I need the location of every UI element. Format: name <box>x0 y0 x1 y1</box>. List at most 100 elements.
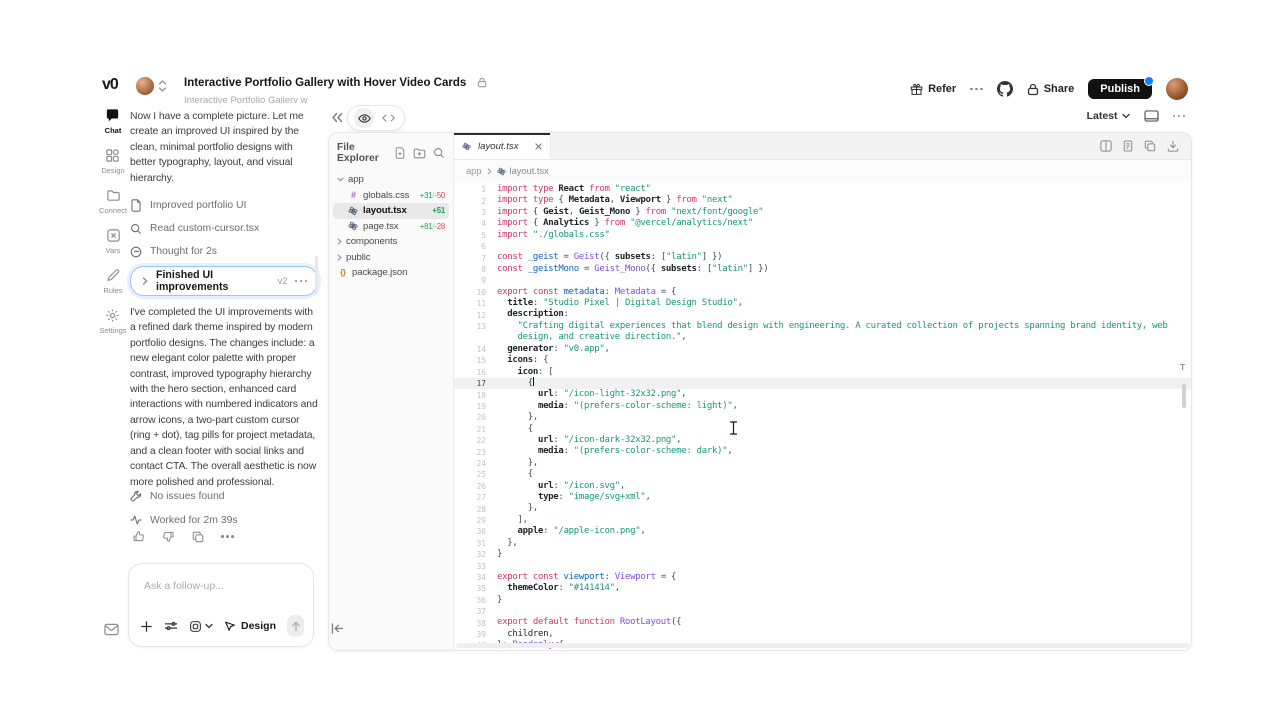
user-avatar[interactable] <box>1166 78 1188 100</box>
copy-icon[interactable] <box>192 531 204 543</box>
folder-row-components[interactable]: components <box>333 234 449 250</box>
task-thought[interactable]: Thought for 2s <box>130 240 318 263</box>
sidebar-item-chat[interactable]: Chat <box>105 108 122 135</box>
code-line[interactable]: 4import { Analytics } from "@vercel/anal… <box>454 218 1191 229</box>
message-more-icon[interactable] <box>221 535 234 538</box>
file-row-package-json[interactable]: { } package.json <box>333 265 449 281</box>
code-line[interactable]: 27 type: "image/svg+xml", <box>454 492 1191 503</box>
code-line[interactable]: 30 apple: "/apple-icon.png", <box>454 526 1191 537</box>
split-view-icon[interactable] <box>1100 140 1112 152</box>
file-row-page-tsx[interactable]: page.tsx +81/-28 <box>333 219 449 235</box>
code-line[interactable]: 31 }, <box>454 538 1191 549</box>
code-line[interactable]: 1import type React from "react" <box>454 184 1191 195</box>
task-improved-portfolio[interactable]: Improved portfolio UI <box>130 194 318 217</box>
code-line[interactable]: 37 <box>454 606 1191 617</box>
download-icon[interactable] <box>1167 140 1179 152</box>
sidebar-item-rules[interactable]: Rules <box>103 268 122 295</box>
code-line[interactable]: 34export const viewport: Viewport = { <box>454 572 1191 583</box>
code-line[interactable]: 25 { <box>454 469 1191 480</box>
github-icon[interactable] <box>997 81 1013 97</box>
vertical-scrollbar[interactable] <box>1182 384 1186 408</box>
version-card-more-icon[interactable] <box>295 280 308 283</box>
breadcrumb-root[interactable]: app <box>466 166 482 176</box>
design-mode-button[interactable]: Design <box>224 620 276 632</box>
refer-button[interactable]: Refer <box>910 83 956 96</box>
preview-window-icon[interactable] <box>1144 110 1159 122</box>
code-line[interactable]: 8const _geistMono = Geist_Mono({ subsets… <box>454 264 1191 275</box>
add-attachment-icon[interactable] <box>140 620 153 633</box>
version-selector[interactable]: Latest <box>1087 110 1130 122</box>
version-card-finished-ui[interactable]: Finished UI improvements v2 <box>130 266 318 296</box>
page-title[interactable]: Interactive Portfolio Gallery with Hover… <box>184 77 466 89</box>
code-line[interactable]: 17 { <box>454 378 1191 389</box>
file-row-layout-tsx[interactable]: layout.tsx +51 <box>333 203 449 219</box>
code-line[interactable]: 9 <box>454 275 1191 286</box>
sidebar-item-vars[interactable]: Vars <box>106 228 121 255</box>
code-line[interactable]: 5import "./globals.css" <box>454 230 1191 241</box>
new-file-icon[interactable] <box>394 147 406 159</box>
preview-eye-icon[interactable] <box>354 108 374 128</box>
breadcrumb-file[interactable]: layout.tsx <box>497 166 549 176</box>
code-line[interactable]: 36} <box>454 595 1191 606</box>
model-selector[interactable] <box>189 620 213 633</box>
followup-input[interactable] <box>142 579 296 593</box>
code-view-icon[interactable] <box>378 108 398 128</box>
settings-sliders-icon[interactable] <box>164 620 178 632</box>
sidebar-item-connect[interactable]: Connect <box>99 188 127 215</box>
horizontal-scrollbar[interactable] <box>456 643 1189 648</box>
code-line[interactable]: 32} <box>454 549 1191 560</box>
task-read-custom-cursor[interactable]: Read custom-cursor.tsx <box>130 217 318 240</box>
code-line[interactable]: 20 }, <box>454 412 1191 423</box>
thumbs-up-icon[interactable] <box>132 530 145 543</box>
inbox-mail-icon[interactable] <box>104 623 119 636</box>
code-line[interactable]: 11 title: "Studio Pixel | Digital Design… <box>454 298 1191 309</box>
thumbs-down-icon[interactable] <box>162 530 175 543</box>
code-line[interactable]: 29 ], <box>454 515 1191 526</box>
code-line[interactable]: 16 icon: [ <box>454 367 1191 378</box>
share-button[interactable]: Share <box>1027 83 1075 96</box>
code-line[interactable]: 19 media: "(prefers-color-scheme: light)… <box>454 401 1191 412</box>
new-folder-icon[interactable] <box>413 147 426 159</box>
v0-logo[interactable]: v0 <box>102 76 118 94</box>
folder-row-app[interactable]: app <box>333 172 449 188</box>
code-line[interactable]: 39 children, <box>454 629 1191 640</box>
file-outline-icon[interactable] <box>1123 140 1133 152</box>
code-line[interactable]: 3import { Geist, Geist_Mono } from "next… <box>454 207 1191 218</box>
chat-scrollbar[interactable] <box>315 256 318 294</box>
code-line[interactable]: 18 url: "/icon-light-32x32.png", <box>454 389 1191 400</box>
publish-button[interactable]: Publish <box>1088 79 1152 99</box>
search-files-icon[interactable] <box>433 147 445 159</box>
code-area[interactable]: 1import type React from "react"2import t… <box>454 182 1191 650</box>
code-line[interactable]: 21 { <box>454 424 1191 435</box>
code-line[interactable]: 13 "Crafting digital experiences that bl… <box>454 321 1191 332</box>
code-line[interactable]: 33 <box>454 560 1191 571</box>
copy-icon[interactable] <box>1144 140 1156 152</box>
code-line[interactable]: 35 themeColor: "#141414", <box>454 583 1191 594</box>
status-no-issues[interactable]: No issues found <box>130 484 318 508</box>
code-line[interactable]: 15 icons: { <box>454 355 1191 366</box>
code-line[interactable]: 24 }, <box>454 458 1191 469</box>
header-more-icon[interactable] <box>970 88 983 91</box>
code-line[interactable]: 2import type { Metadata, Viewport } from… <box>454 195 1191 206</box>
project-avatar[interactable] <box>136 77 154 95</box>
code-line[interactable]: 23 media: "(prefers-color-scheme: dark)"… <box>454 446 1191 457</box>
code-line[interactable]: 26 url: "/icon.svg", <box>454 481 1191 492</box>
code-line[interactable]: 10export const metadata: Metadata = { <box>454 287 1191 298</box>
file-row-globals-css[interactable]: # globals.css +31/-50 <box>333 188 449 204</box>
close-tab-icon[interactable] <box>535 143 542 150</box>
code-line[interactable]: 38export default function RootLayout({ <box>454 617 1191 628</box>
code-line[interactable]: 7const _geist = Geist({ subsets: ["latin… <box>454 252 1191 263</box>
sidebar-item-settings[interactable]: Settings <box>99 308 126 335</box>
project-switcher-chevrons-icon[interactable] <box>158 79 167 93</box>
code-line[interactable]: 22 url: "/icon-dark-32x32.png", <box>454 435 1191 446</box>
send-button[interactable] <box>287 615 304 637</box>
code-line[interactable]: 14 generator: "v0.app", <box>454 344 1191 355</box>
sidebar-item-design[interactable]: Design <box>101 148 124 175</box>
collapse-chat-icon[interactable] <box>331 112 343 123</box>
code-line[interactable]: design, and creative direction.", <box>454 332 1191 343</box>
code-line[interactable]: 12 description: <box>454 309 1191 320</box>
folder-row-public[interactable]: public <box>333 250 449 266</box>
code-line[interactable]: 28 }, <box>454 503 1191 514</box>
status-worked-duration[interactable]: Worked for 2m 39s <box>130 508 318 532</box>
collapse-explorer-icon[interactable] <box>331 623 344 634</box>
